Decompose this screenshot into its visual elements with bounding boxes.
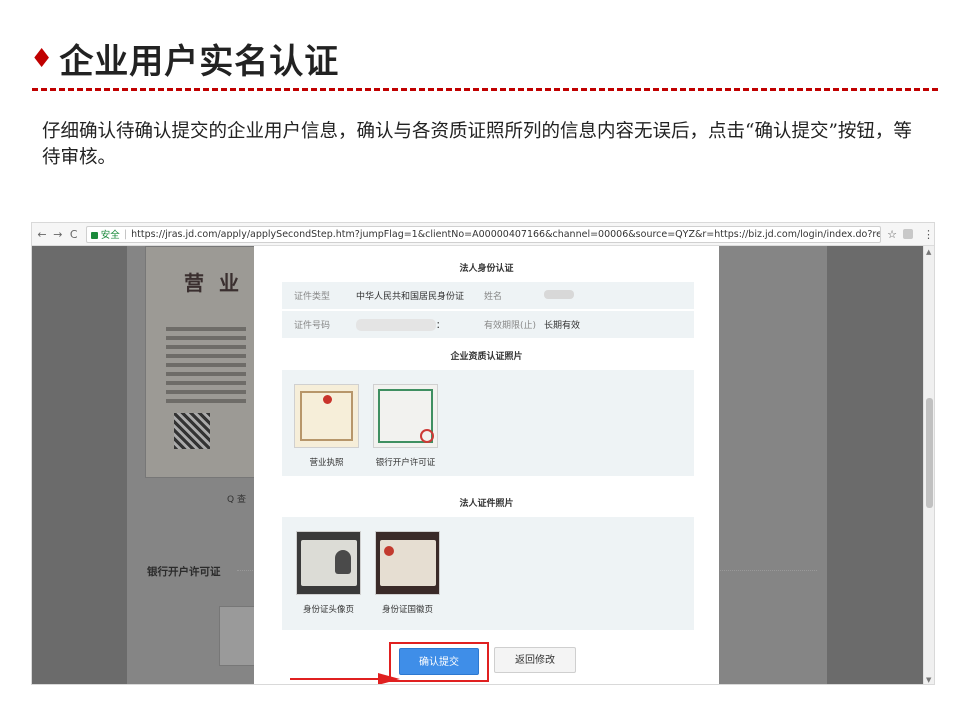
page-title: 企业用户实名认证 [59, 42, 340, 82]
scrollbar-thumb[interactable] [926, 398, 933, 508]
scroll-up-icon[interactable]: ▲ [926, 248, 931, 256]
browser-window: ← → C 安全 | https://jras.jd.com/apply/app… [31, 222, 935, 685]
business-license-caption: 营业执照 [309, 458, 344, 468]
bank-permit-photo[interactable] [373, 384, 438, 448]
qr-code-icon [174, 413, 210, 449]
legal-photo-panel: 身份证头像页 身份证国徽页 [282, 517, 694, 630]
id-front-photo[interactable] [296, 531, 361, 595]
background-license-image: 营 业 [145, 246, 257, 478]
bookmark-star-icon[interactable]: ☆ [887, 228, 897, 241]
secure-indicator: 安全 [90, 227, 120, 241]
background-bank-section-label: 银行开户许可证 [147, 566, 221, 578]
vertical-scrollbar[interactable]: ▲ ▼ [923, 246, 934, 684]
table-row: 证件号码 ： 有效期限(止) 长期有效 [282, 311, 694, 338]
bank-permit-item[interactable]: 银行开户许可证 [373, 384, 438, 468]
confirm-submit-button[interactable]: 确认提交 [399, 648, 479, 675]
legal-person-section-title: 法人身份认证 [459, 264, 514, 274]
url-field[interactable]: 安全 | https://jras.jd.com/apply/applySeco… [85, 225, 882, 243]
browser-menu-icon[interactable]: ⋮ [923, 228, 934, 241]
validity-value: 长期有效 [544, 321, 581, 331]
legal-person-info-table: 证件类型 中华人民共和国居民身份证 姓名 证件号码 ： 有效期限(止) 长期有效 [282, 282, 694, 340]
instruction-text: 仔细确认待确认提交的企业用户信息，确认与各资质证照所列的信息内容无误后，点击“确… [42, 121, 912, 168]
lock-icon [90, 231, 98, 239]
slide-title: ♦ 企业用户实名认证 [30, 34, 339, 83]
id-number-suffix: ： [436, 320, 446, 331]
doc-type-value: 中华人民共和国居民身份证 [356, 292, 465, 302]
page-viewport: 营 业 Q 查 银行开户许可证 法人身份认证 证件类型 中华人民共和国居民身份证… [32, 246, 925, 684]
table-row: 证件类型 中华人民共和国居民身份证 姓名 [282, 282, 694, 309]
qualification-photo-panel: 营业执照 银行开户许可证 [282, 370, 694, 476]
pointer-arrow-icon [290, 673, 400, 684]
title-divider [32, 88, 938, 91]
name-label: 姓名 [484, 292, 503, 302]
bank-permit-caption: 银行开户许可证 [375, 458, 436, 468]
id-back-photo[interactable] [375, 531, 440, 595]
background-license-heading: 营 业 [184, 271, 243, 295]
background-license-text-lines [166, 327, 246, 408]
legal-photo-section-title: 法人证件照片 [459, 499, 514, 509]
qualification-section-title: 企业资质认证照片 [450, 352, 523, 362]
scroll-down-icon[interactable]: ▼ [926, 676, 931, 684]
confirm-modal: 法人身份认证 证件类型 中华人民共和国居民身份证 姓名 证件号码 ： 有效期限(… [254, 246, 719, 684]
id-back-caption: 身份证国徽页 [381, 605, 433, 615]
id-front-caption: 身份证头像页 [302, 605, 354, 615]
doc-type-label: 证件类型 [294, 292, 331, 302]
address-bar: ← → C 安全 | https://jras.jd.com/apply/app… [32, 223, 934, 246]
background-view-link: Q 查 [227, 495, 246, 505]
validity-label: 有效期限(止) [484, 321, 537, 331]
business-license-item[interactable]: 营业执照 [294, 384, 359, 468]
forward-arrow-icon[interactable]: → [50, 228, 66, 241]
id-front-item[interactable]: 身份证头像页 [296, 531, 361, 615]
secure-label: 安全 [100, 230, 120, 241]
id-number-label: 证件号码 [294, 321, 331, 331]
back-arrow-icon[interactable]: ← [34, 228, 50, 241]
id-back-item[interactable]: 身份证国徽页 [375, 531, 440, 615]
url-separator: | [123, 228, 128, 240]
id-number-value-redacted: ： [340, 318, 470, 332]
name-value-redacted [540, 289, 574, 302]
business-license-photo[interactable] [294, 384, 359, 448]
extension-icon[interactable] [903, 229, 913, 239]
back-to-edit-button[interactable]: 返回修改 [494, 647, 576, 673]
reload-icon[interactable]: C [66, 228, 82, 241]
url-text: https://jras.jd.com/apply/applySecondSte… [131, 228, 881, 240]
diamond-bullet-icon: ♦ [30, 43, 54, 74]
